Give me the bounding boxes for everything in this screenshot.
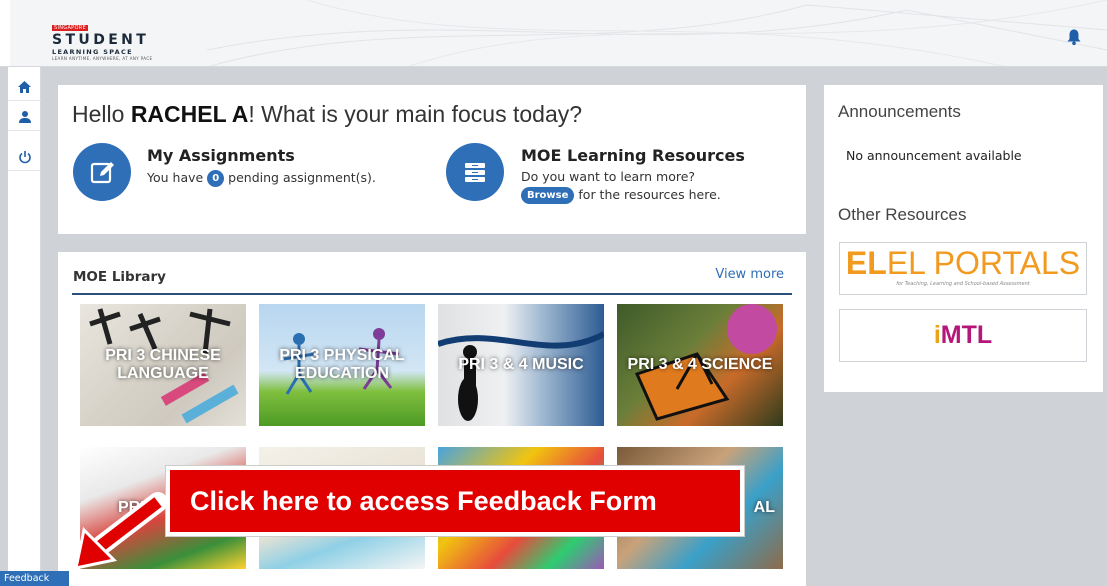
edit-pencil-icon xyxy=(90,162,114,184)
welcome-card: Hello RACHEL A! What is your main focus … xyxy=(58,85,806,234)
feedback-tab[interactable]: Feedback xyxy=(0,571,69,586)
power-icon xyxy=(18,150,31,163)
sls-logo[interactable]: SINGAPORE STUDENT LEARNING SPACE LEARN A… xyxy=(52,14,153,61)
logo-country: SINGAPORE xyxy=(52,25,88,31)
tile-label: PRI 3 & 4 MUSIC xyxy=(458,356,584,373)
view-more-link[interactable]: View more xyxy=(715,267,784,282)
assignments-title[interactable]: My Assignments xyxy=(147,146,295,165)
tile-label: PRI 3 PHYSICAL EDUCATION xyxy=(279,347,405,382)
assignments-text-after: pending assignment(s). xyxy=(228,170,376,185)
imtl-logo-text: MTL xyxy=(940,321,993,349)
student-name: RACHEL A xyxy=(130,101,249,127)
tile-label: PRI 3 CHINESE LANGUAGE xyxy=(105,347,221,382)
library-tile-science[interactable]: PRI 3 & 4 SCIENCE xyxy=(617,304,783,426)
header-decoration xyxy=(207,0,1107,66)
callout-text: Click here to access Feedback Form xyxy=(190,486,657,516)
announcements-title: Announcements xyxy=(838,102,961,121)
logout-nav-button[interactable] xyxy=(8,143,41,171)
library-title: MOE Library xyxy=(73,269,166,285)
library-tile-music[interactable]: PRI 3 & 4 MUSIC xyxy=(438,304,604,426)
el-portals-logo: ELEL PORTALS xyxy=(845,245,1081,281)
callout-arrow-icon xyxy=(74,492,168,570)
library-divider xyxy=(72,293,792,295)
logo-line2: LEARNING SPACE xyxy=(52,48,133,56)
imtl-link[interactable]: iMTL xyxy=(839,309,1087,362)
greeting-prefix: Hello xyxy=(72,101,131,127)
notification-bell-icon[interactable] xyxy=(1065,28,1083,46)
pending-count-badge: 0 xyxy=(207,170,225,187)
library-tile-chinese[interactable]: PRI 3 CHINESE LANGUAGE xyxy=(80,304,246,426)
server-stack-icon xyxy=(465,163,485,182)
el-portals-link[interactable]: ELEL PORTALS for Teaching, Learning and … xyxy=(839,242,1087,295)
moe-resources-title[interactable]: MOE Learning Resources xyxy=(521,146,745,165)
moe-resources-line2-text: for the resources here. xyxy=(578,187,721,202)
greeting-heading: Hello RACHEL A! What is your main focus … xyxy=(72,101,582,128)
moe-resources-button[interactable] xyxy=(446,143,504,201)
home-nav-button[interactable] xyxy=(8,73,41,101)
logo-tagline: LEARN ANYTIME, ANYWHERE, AT ANY PACE xyxy=(52,56,153,61)
feedback-callout: Click here to access Feedback Form xyxy=(166,466,744,536)
assignments-summary: You have 0 pending assignment(s). xyxy=(147,168,376,187)
tile-label: PRI 3 & 4 SCIENCE xyxy=(627,356,773,373)
logo-line1: STUDENT xyxy=(52,32,150,48)
home-icon xyxy=(18,80,31,93)
assignments-button[interactable] xyxy=(73,143,131,201)
browse-button[interactable]: Browse xyxy=(521,187,575,204)
left-nav-rail xyxy=(8,67,41,586)
el-portals-subtitle: for Teaching, Learning and School-based … xyxy=(896,281,1030,287)
user-icon xyxy=(18,110,31,123)
no-announcement-text: No announcement available xyxy=(846,148,1022,163)
other-resources-title: Other Resources xyxy=(838,205,967,224)
top-header: SINGAPORE STUDENT LEARNING SPACE LEARN A… xyxy=(0,0,1107,67)
imtl-logo: iMTL xyxy=(933,321,993,349)
profile-nav-button[interactable] xyxy=(8,103,41,131)
greeting-suffix: ! What is your main focus today? xyxy=(248,101,583,127)
announcements-card: Announcements No announcement available … xyxy=(824,85,1103,392)
assignments-text-before: You have xyxy=(147,170,204,185)
moe-resources-line2: Browse for the resources here. xyxy=(521,185,721,204)
library-tile-pe[interactable]: PRI 3 PHYSICAL EDUCATION xyxy=(259,304,425,426)
moe-resources-line1: Do you want to learn more? xyxy=(521,169,696,184)
el-portals-logo-text: EL PORTALS xyxy=(886,245,1081,281)
